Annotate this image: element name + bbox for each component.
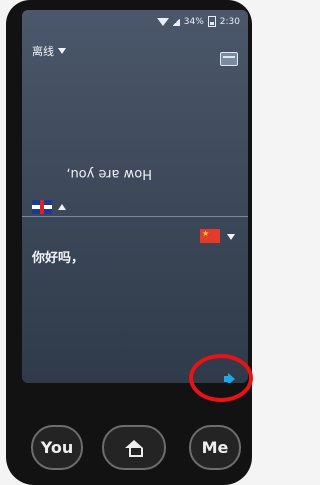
home-button[interactable] — [102, 425, 166, 470]
status-bar: 34% 2:30 — [156, 16, 240, 27]
mode-label: 离线 — [32, 45, 54, 58]
home-icon — [125, 439, 143, 457]
mode-selector[interactable]: 离线 — [32, 43, 66, 59]
china-flag-icon[interactable] — [200, 229, 220, 243]
screen: 34% 2:30 离线 How are you, 你好吗， — [22, 10, 248, 383]
me-button[interactable]: Me — [189, 425, 241, 470]
red-highlight-circle — [189, 354, 253, 402]
battery-percent: 34% — [183, 16, 204, 27]
clock: 2:30 — [219, 16, 240, 27]
chevron-up-icon[interactable] — [58, 204, 66, 210]
divider — [22, 216, 248, 217]
uk-flag-icon[interactable] — [32, 200, 52, 214]
chevron-down-icon[interactable] — [227, 234, 235, 240]
chevron-down-icon — [58, 48, 66, 54]
battery-icon — [207, 16, 216, 27]
keyboard-icon[interactable] — [220, 52, 238, 66]
chinese-source-text: 你好吗， — [32, 251, 85, 266]
wifi-icon — [156, 17, 169, 26]
translator-device: 34% 2:30 离线 How are you, 你好吗， You Me — [6, 0, 253, 485]
english-translation-text: How are you, — [66, 166, 152, 181]
signal-icon — [172, 17, 180, 26]
you-button[interactable]: You — [31, 425, 83, 470]
